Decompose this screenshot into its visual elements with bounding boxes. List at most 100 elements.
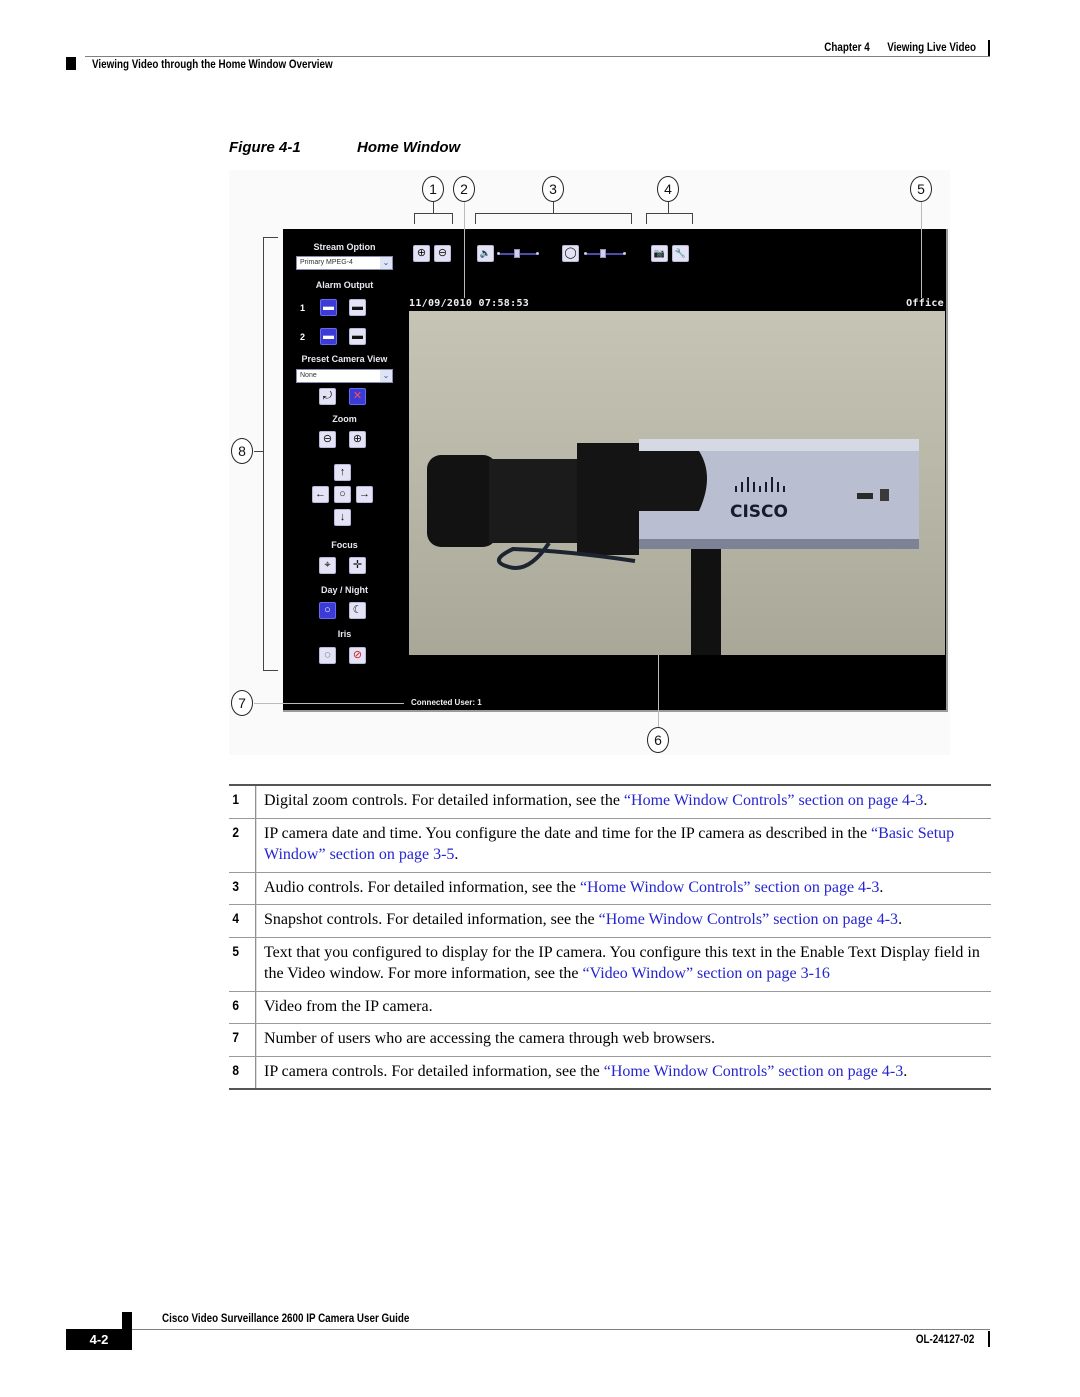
cross-reference-link[interactable]: “Home Window Controls” section on page 4…	[604, 1063, 903, 1080]
chevron-down-icon: ⌄	[380, 370, 392, 382]
focus-far-button[interactable]: ✛	[349, 557, 366, 574]
legend-description: Snapshot controls. For detailed informat…	[264, 911, 903, 928]
digital-zoom-out-button[interactable]: ⊖	[434, 245, 451, 262]
stream-option-value: Primary MPEG-4	[300, 259, 353, 266]
snapshot-settings-button[interactable]: 🔧	[672, 245, 689, 262]
preset-go-icon: ⤾	[322, 390, 333, 402]
callout-4-bracket-right	[692, 213, 693, 224]
preset-camera-view-label: Preset Camera View	[301, 354, 388, 364]
arrow-up-icon: ↑	[339, 466, 346, 478]
preset-clear-button[interactable]: ✕	[349, 388, 366, 405]
callout-2: 2	[453, 176, 475, 202]
moon-icon: ☾	[352, 604, 363, 616]
callout-7-leader	[254, 703, 404, 704]
preset-clear-icon: ✕	[352, 390, 363, 402]
pan-up-button[interactable]: ↑	[334, 464, 351, 481]
alarm-1-on-button[interactable]: ▬	[320, 299, 337, 316]
zoom-in-icon: ⊕	[352, 433, 363, 445]
legend-row: 2 IP camera date and time. You configure…	[229, 818, 991, 873]
iris-label: Iris	[337, 629, 352, 639]
camera-body-highlight	[639, 439, 919, 451]
stream-option-label: Stream Option	[313, 242, 376, 252]
arrow-left-icon: ←	[315, 488, 326, 500]
speaker-button[interactable]: 🔈	[477, 245, 494, 262]
cisco-logo-text: CISCO	[730, 502, 788, 522]
day-mode-button[interactable]: ○	[319, 602, 336, 619]
legend-description: IP camera controls. For detailed informa…	[264, 1062, 908, 1080]
chevron-down-icon: ⌄	[380, 257, 392, 269]
cross-reference-link[interactable]: “Home Window Controls” section on page 4…	[580, 879, 879, 896]
focus-near-button[interactable]: ⌖	[319, 557, 336, 574]
chapter-title: Viewing Live Video	[887, 40, 976, 54]
arrow-right-icon: →	[359, 488, 370, 500]
stream-option-select[interactable]: Primary MPEG-4 ⌄	[296, 256, 393, 270]
legend-description: Audio controls. For detailed information…	[264, 878, 884, 896]
iris-open-button[interactable]: ◌	[319, 647, 336, 664]
digital-zoom-in-button[interactable]: ⊕	[413, 245, 430, 262]
callout-5-leader	[921, 202, 922, 298]
optical-zoom-in-button[interactable]: ⊕	[349, 431, 366, 448]
microphone-icon: ◯	[564, 247, 577, 259]
footer-marker	[122, 1312, 132, 1329]
legend-row: 8 IP camera controls. For detailed infor…	[229, 1056, 991, 1088]
legend-number: 8	[229, 1056, 257, 1088]
camera-led	[857, 493, 873, 499]
cross-reference-link[interactable]: “Video Window” section on page 3-16	[583, 965, 830, 982]
callout-legend-table: 1 Digital zoom controls. For detailed in…	[229, 784, 991, 1090]
figure-number: Figure 4-1	[229, 139, 301, 156]
camera-photo: CISCO	[427, 439, 919, 655]
callout-6-leader	[658, 655, 659, 727]
speaker-volume-thumb[interactable]	[514, 249, 520, 258]
header-bar	[988, 40, 990, 56]
night-mode-button[interactable]: ☾	[349, 602, 366, 619]
legend-row: 3 Audio controls. For detailed informati…	[229, 872, 991, 905]
callout-1: 1	[422, 176, 444, 202]
callout-1-leader	[433, 202, 434, 213]
arrow-down-icon: ↓	[339, 511, 346, 523]
cross-reference-link[interactable]: “Home Window Controls” section on page 4…	[599, 911, 898, 928]
callout-2-leader	[464, 202, 465, 298]
cross-reference-link[interactable]: “Home Window Controls” section on page 4…	[624, 792, 923, 809]
callout-3-bracket-right	[631, 213, 632, 224]
figure-title: Home Window	[357, 139, 461, 156]
pan-home-button[interactable]: ○	[334, 486, 351, 503]
callout-3-leader	[553, 202, 554, 213]
pan-right-button[interactable]: →	[356, 486, 373, 503]
zoom-out-icon: ⊖	[322, 433, 333, 445]
callout-4-bracket	[646, 213, 693, 214]
iris-close-button[interactable]: ⊘	[349, 647, 366, 664]
alarm-off-icon: ▬	[352, 301, 363, 313]
microphone-button[interactable]: ◯	[562, 245, 579, 262]
pan-left-button[interactable]: ←	[312, 486, 329, 503]
callout-1-bracket-right	[452, 213, 453, 224]
speaker-icon: 🔈	[479, 248, 492, 258]
callout-8-bracket-top	[263, 237, 278, 238]
optical-zoom-out-button[interactable]: ⊖	[319, 431, 336, 448]
alarm-1-off-button[interactable]: ▬	[349, 299, 366, 316]
callout-1-bracket	[414, 213, 453, 214]
mount-bracket	[639, 451, 707, 511]
alarm-2-on-button[interactable]: ▬	[320, 328, 337, 345]
alarm-1-label: 1	[300, 303, 306, 313]
pan-down-button[interactable]: ↓	[334, 509, 351, 526]
callout-6: 6	[647, 727, 669, 753]
tripod-pole	[691, 541, 721, 655]
callout-8: 8	[231, 438, 253, 464]
preset-go-button[interactable]: ⤾	[319, 388, 336, 405]
sun-circle-icon: ○	[324, 604, 331, 616]
iris-close-icon: ⊘	[352, 649, 363, 661]
alarm-2-off-button[interactable]: ▬	[349, 328, 366, 345]
legend-number: 5	[229, 937, 257, 991]
callout-1-bracket-left	[414, 213, 415, 224]
legend-number: 1	[229, 786, 257, 818]
legend-description: Number of users who are accessing the ca…	[264, 1030, 715, 1047]
day-night-label: Day / Night	[320, 585, 368, 595]
alarm-off-icon: ▬	[352, 330, 363, 342]
camera-body-shadow	[639, 539, 919, 549]
microphone-volume-thumb[interactable]	[600, 249, 606, 258]
preset-camera-view-select[interactable]: None ⌄	[296, 369, 393, 383]
lens-mount	[577, 443, 639, 555]
snapshot-button[interactable]: 📷	[651, 245, 668, 262]
callout-7: 7	[231, 690, 253, 716]
chapter-number: Chapter 4	[824, 40, 870, 54]
